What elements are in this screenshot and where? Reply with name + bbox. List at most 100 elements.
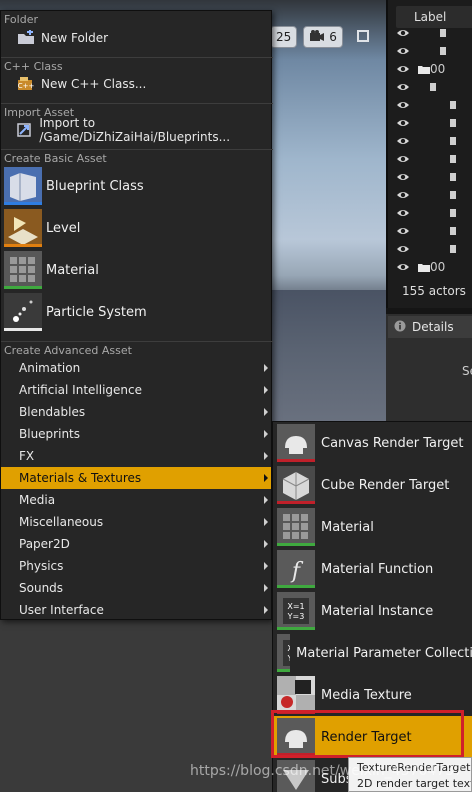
camera-speed-button[interactable]: 6 bbox=[303, 26, 343, 48]
submenu-media[interactable]: Media bbox=[1, 489, 271, 511]
outliner-item-label: 00 bbox=[430, 260, 446, 274]
details-tab[interactable]: Details bbox=[388, 316, 472, 338]
submenu-paper2d[interactable]: Paper2D bbox=[1, 533, 271, 555]
section-basic-asset: Create Basic Asset bbox=[1, 149, 273, 166]
create-material-item[interactable]: Material bbox=[273, 506, 472, 548]
camera-speed-value: 6 bbox=[329, 30, 337, 44]
create-material-instance-item[interactable]: X=1 Y=3 Material Instance bbox=[273, 590, 472, 632]
visibility-eye-icon[interactable] bbox=[396, 171, 410, 181]
particle-system-item-label: Particle System bbox=[46, 304, 147, 320]
visibility-eye-icon[interactable] bbox=[396, 153, 410, 163]
create-material-function-label: Material Function bbox=[321, 561, 434, 577]
submenu-animation[interactable]: Animation bbox=[1, 357, 271, 379]
new-folder-item[interactable]: New Folder bbox=[1, 27, 271, 49]
visibility-eye-icon[interactable] bbox=[396, 135, 410, 145]
submenu-blendables-label: Blendables bbox=[19, 405, 86, 419]
create-canvas-render-target-item[interactable]: Canvas Render Target bbox=[273, 422, 472, 464]
actor-icon bbox=[438, 27, 448, 41]
visibility-eye-icon[interactable] bbox=[396, 261, 410, 271]
outliner-row[interactable] bbox=[388, 24, 472, 42]
import-asset-item[interactable]: Import to /Game/DiZhiZaiHai/Blueprints..… bbox=[1, 116, 271, 144]
visibility-eye-icon[interactable] bbox=[396, 63, 410, 73]
visibility-eye-icon[interactable] bbox=[396, 27, 410, 37]
svg-text:Y=3: Y=3 bbox=[287, 612, 305, 621]
outliner-row[interactable]: 00 bbox=[388, 60, 472, 78]
actor-icon bbox=[448, 225, 458, 239]
visibility-eye-icon[interactable] bbox=[396, 207, 410, 217]
actor-icon bbox=[448, 243, 458, 257]
submenu-blueprints[interactable]: Blueprints bbox=[1, 423, 271, 445]
outliner-row[interactable] bbox=[388, 132, 472, 150]
outliner-row[interactable] bbox=[388, 114, 472, 132]
blueprint-class-item[interactable]: Blueprint Class bbox=[1, 165, 271, 207]
create-media-texture-item[interactable]: Media Texture bbox=[273, 674, 472, 716]
create-render-target-item[interactable]: Render Target bbox=[273, 716, 472, 758]
folder-icon bbox=[418, 63, 430, 77]
submenu-user-interface-label: User Interface bbox=[19, 603, 104, 617]
submenu-miscellaneous[interactable]: Miscellaneous bbox=[1, 511, 271, 533]
outliner-row[interactable] bbox=[388, 222, 472, 240]
import-icon bbox=[15, 121, 35, 139]
create-canvas-render-target-label: Canvas Render Target bbox=[321, 435, 464, 451]
submenu-materials-textures[interactable]: Materials & Textures bbox=[1, 467, 271, 489]
outliner-row[interactable] bbox=[388, 168, 472, 186]
actor-icon bbox=[448, 135, 458, 149]
grid-snap-button[interactable]: 25 bbox=[270, 26, 298, 48]
submenu-arrow-icon bbox=[264, 408, 268, 416]
level-item[interactable]: Level bbox=[1, 207, 271, 249]
submenu-artificial-intelligence[interactable]: Artificial Intelligence bbox=[1, 379, 271, 401]
folder-icon bbox=[418, 261, 430, 275]
outliner-row[interactable] bbox=[388, 240, 472, 258]
outliner-row[interactable] bbox=[388, 78, 472, 96]
submenu-sounds[interactable]: Sounds bbox=[1, 577, 271, 599]
outliner-row[interactable]: 00 bbox=[388, 258, 472, 276]
level-item-label: Level bbox=[46, 220, 81, 236]
create-material-parameter-collection-item[interactable]: X=1Y=5 Material Parameter Collecti bbox=[273, 632, 472, 674]
create-material-function-item[interactable]: f Material Function bbox=[273, 548, 472, 590]
create-cube-render-target-item[interactable]: Cube Render Target bbox=[273, 464, 472, 506]
visibility-eye-icon[interactable] bbox=[396, 117, 410, 127]
outliner-row[interactable] bbox=[388, 96, 472, 114]
maximize-viewport-icon[interactable] bbox=[357, 30, 369, 42]
submenu-blueprints-label: Blueprints bbox=[19, 427, 81, 441]
info-icon bbox=[394, 320, 406, 335]
visibility-eye-icon[interactable] bbox=[396, 225, 410, 235]
create-material-parameter-collection-label: Material Parameter Collecti bbox=[296, 645, 472, 661]
submenu-fx[interactable]: FX bbox=[1, 445, 271, 467]
outliner-row[interactable] bbox=[388, 42, 472, 60]
submenu-arrow-icon bbox=[264, 584, 268, 592]
actor-icon bbox=[448, 99, 458, 113]
material-parameter-collection-icon: X=1Y=5 bbox=[277, 634, 291, 672]
material-item[interactable]: Material bbox=[1, 249, 271, 291]
world-outliner: Label 00 00 155 actors bbox=[386, 0, 472, 308]
visibility-eye-icon[interactable] bbox=[396, 81, 410, 91]
submenu-arrow-icon bbox=[264, 606, 268, 614]
outliner-row[interactable] bbox=[388, 204, 472, 222]
submenu-physics[interactable]: Physics bbox=[1, 555, 271, 577]
new-cpp-class-item[interactable]: C++ New C++ Class... bbox=[1, 73, 271, 95]
outliner-row[interactable] bbox=[388, 186, 472, 204]
visibility-eye-icon[interactable] bbox=[396, 99, 410, 109]
material-function-icon: f bbox=[277, 550, 315, 588]
grid-snap-value: 25 bbox=[276, 30, 292, 44]
submenu-blendables[interactable]: Blendables bbox=[1, 401, 271, 423]
actor-icon bbox=[448, 171, 458, 185]
outliner-row[interactable] bbox=[388, 150, 472, 168]
submenu-arrow-icon bbox=[264, 474, 268, 482]
create-media-texture-label: Media Texture bbox=[321, 687, 412, 703]
camera-icon bbox=[309, 29, 325, 45]
material-instance-icon: X=1 Y=3 bbox=[277, 592, 315, 630]
visibility-eye-icon[interactable] bbox=[396, 189, 410, 199]
svg-text:C++: C++ bbox=[18, 82, 35, 90]
svg-text:X=1: X=1 bbox=[287, 644, 290, 653]
create-cube-render-target-label: Cube Render Target bbox=[321, 477, 450, 493]
blueprint-class-icon bbox=[4, 167, 42, 205]
new-folder-icon bbox=[15, 29, 37, 47]
details-search-hint: Se bbox=[462, 364, 472, 378]
svg-text:Y=5: Y=5 bbox=[287, 654, 291, 663]
particle-system-item[interactable]: Particle System bbox=[1, 291, 271, 333]
visibility-eye-icon[interactable] bbox=[396, 45, 410, 55]
visibility-eye-icon[interactable] bbox=[396, 243, 410, 253]
submenu-user-interface[interactable]: User Interface bbox=[1, 599, 271, 621]
create-material-label: Material bbox=[321, 519, 374, 535]
